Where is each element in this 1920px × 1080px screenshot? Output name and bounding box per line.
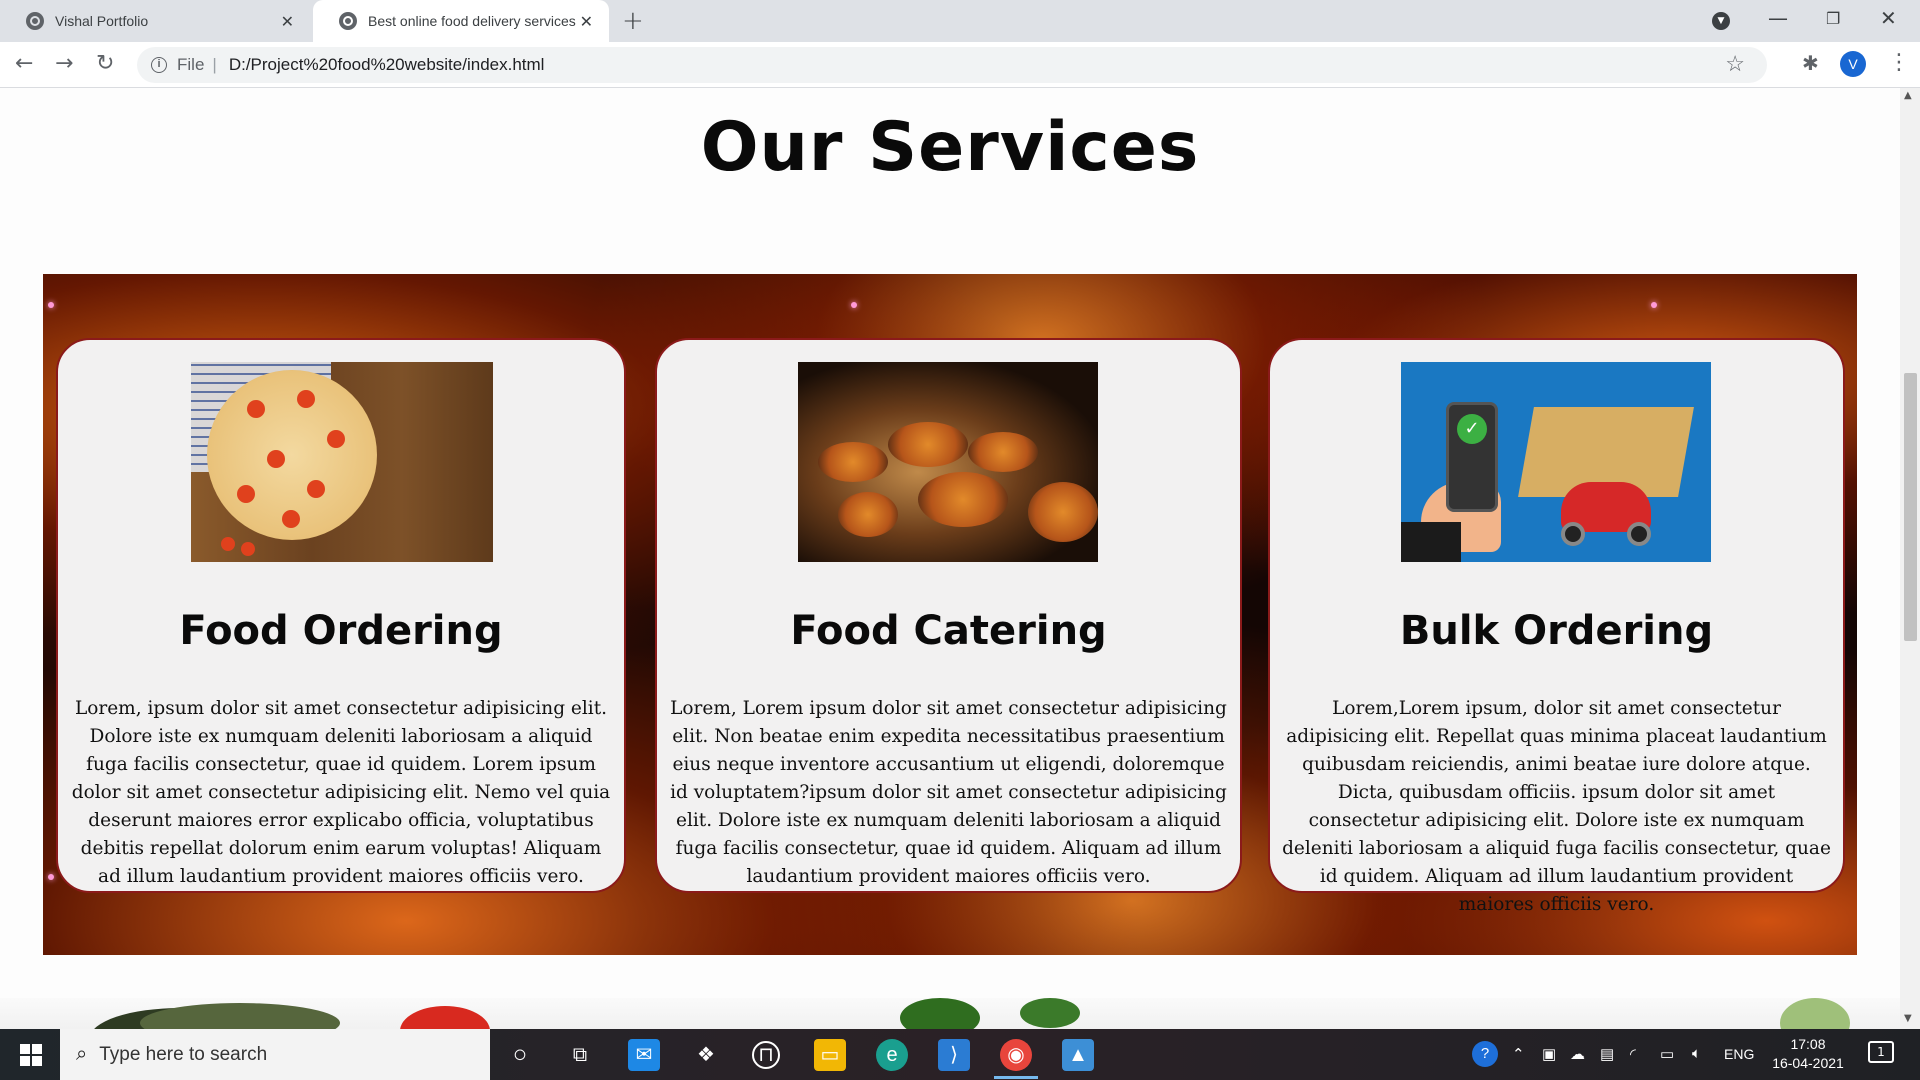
- service-card-food-catering: Food Catering Lorem, Lorem ipsum dolor s…: [655, 338, 1242, 893]
- globe-icon: [339, 12, 357, 30]
- info-icon[interactable]: i: [151, 57, 167, 73]
- cortana-icon[interactable]: ○: [504, 1039, 536, 1071]
- service-title: Food Ordering: [179, 608, 503, 654]
- chrome-icon[interactable]: ◉: [1000, 1039, 1032, 1071]
- close-icon[interactable]: ✕: [580, 12, 593, 32]
- service-description: Lorem, ipsum dolor sit amet consectetur …: [71, 698, 611, 887]
- vscode-icon[interactable]: ⟩: [938, 1039, 970, 1071]
- clock-time: 17:08: [1790, 1036, 1826, 1052]
- taskbar-search-input[interactable]: ⌕ Type here to search: [60, 1029, 490, 1080]
- battery-icon[interactable]: ▭: [1660, 1045, 1674, 1063]
- language-indicator[interactable]: ENG: [1724, 1046, 1754, 1062]
- puzzle-icon[interactable]: ✱: [1802, 51, 1819, 75]
- star-icon[interactable]: ☆: [1725, 51, 1745, 77]
- address-bar[interactable]: i File | D:/Project%20food%20website/ind…: [137, 47, 1767, 83]
- background-star: [1651, 302, 1657, 308]
- service-title: Bulk Ordering: [1399, 608, 1714, 654]
- windows-start-icon[interactable]: [20, 1044, 42, 1066]
- services-section: Food Ordering Lorem, ipsum dolor sit ame…: [43, 274, 1857, 955]
- forward-arrow-icon[interactable]: →: [55, 51, 73, 76]
- taskbar-search-placeholder: Type here to search: [99, 1043, 268, 1065]
- dropbox-icon[interactable]: ❖: [690, 1039, 722, 1071]
- active-app-indicator: [994, 1076, 1038, 1079]
- catering-image: [798, 362, 1098, 562]
- tab-title: Best online food delivery services: [368, 13, 576, 29]
- file-explorer-icon[interactable]: ▭: [814, 1039, 846, 1071]
- chevron-up-icon[interactable]: ⌃: [1512, 1045, 1525, 1063]
- browser-tab-bar: Vishal Portfolio ✕ Best online food deli…: [0, 0, 1920, 42]
- minimize-icon[interactable]: —: [1768, 6, 1788, 30]
- globe-icon: [26, 12, 44, 30]
- delivery-illustration-image: ✓: [1401, 362, 1711, 562]
- windows-taskbar: ⌕ Type here to search ○ ⧉ ✉ ❖ ⊓ ▭ e ⟩ ◉ …: [0, 1029, 1920, 1080]
- mail-icon[interactable]: ✉: [628, 1039, 660, 1071]
- back-arrow-icon[interactable]: ←: [15, 51, 33, 76]
- service-description: Lorem,Lorem ipsum, dolor sit amet consec…: [1282, 698, 1831, 915]
- url-text[interactable]: D:/Project%20food%20website/index.html: [229, 55, 545, 75]
- wifi-icon[interactable]: ◜: [1630, 1045, 1636, 1063]
- pizza-image: [191, 362, 493, 562]
- tab-search-icon[interactable]: ▼: [1712, 12, 1730, 30]
- service-card-bulk-ordering: ✓ Bulk Ordering Lorem,Lorem ipsum, dolor…: [1268, 338, 1845, 915]
- page-title: Our Services: [700, 108, 1200, 187]
- service-description: Lorem, Lorem ipsum dolor sit amet consec…: [670, 698, 1227, 887]
- photos-icon[interactable]: ▲: [1062, 1039, 1094, 1071]
- scroll-up-icon[interactable]: ▲: [1904, 90, 1912, 101]
- onedrive-icon[interactable]: ☁: [1570, 1045, 1585, 1063]
- browser-toolbar: ← → ↻ i File | D:/Project%20food%20websi…: [0, 42, 1920, 88]
- restore-icon[interactable]: ❐: [1826, 9, 1840, 28]
- help-icon[interactable]: ?: [1472, 1041, 1498, 1067]
- taskbar-clock[interactable]: 17:08 16-04-2021: [1768, 1035, 1848, 1073]
- page-viewport: Our Services Food Ordering Lorem, ipsum …: [0, 88, 1900, 1029]
- service-title: Food Catering: [790, 608, 1107, 654]
- scroll-down-icon[interactable]: ▼: [1904, 1013, 1912, 1024]
- clock-date: 16-04-2021: [1772, 1055, 1844, 1071]
- avatar[interactable]: V: [1840, 51, 1866, 77]
- food-background-strip: [0, 998, 1900, 1029]
- tab-title: Vishal Portfolio: [55, 13, 149, 29]
- background-star: [48, 874, 54, 880]
- page-scrollbar[interactable]: ▲ ▼: [1900, 88, 1920, 1029]
- reload-icon[interactable]: ↻: [96, 51, 114, 76]
- window-close-icon[interactable]: ✕: [1880, 6, 1897, 30]
- security-icon[interactable]: ▤: [1600, 1045, 1614, 1063]
- url-scheme-label: File: [177, 55, 205, 74]
- url-separator: |: [212, 55, 217, 74]
- volume-icon[interactable]: 🔈︎: [1692, 1045, 1701, 1062]
- plus-icon[interactable]: +: [622, 6, 644, 36]
- app-icon[interactable]: ⊓: [752, 1041, 780, 1069]
- service-card-food-ordering: Food Ordering Lorem, ipsum dolor sit ame…: [56, 338, 626, 893]
- edge-browser-icon[interactable]: e: [876, 1039, 908, 1071]
- tab-food-delivery[interactable]: Best online food delivery services ✕: [313, 0, 609, 42]
- background-star: [851, 302, 857, 308]
- scrollbar-thumb[interactable]: [1904, 373, 1917, 641]
- meet-now-icon[interactable]: ▣: [1542, 1045, 1556, 1063]
- close-icon[interactable]: ✕: [281, 12, 294, 32]
- background-star: [48, 302, 54, 308]
- kebab-menu-icon[interactable]: ⋮: [1888, 50, 1910, 75]
- search-icon: ⌕: [76, 1043, 88, 1065]
- task-view-icon[interactable]: ⧉: [564, 1039, 596, 1071]
- notification-icon[interactable]: 1: [1868, 1041, 1894, 1063]
- tab-vishal-portfolio[interactable]: Vishal Portfolio ✕: [0, 0, 310, 42]
